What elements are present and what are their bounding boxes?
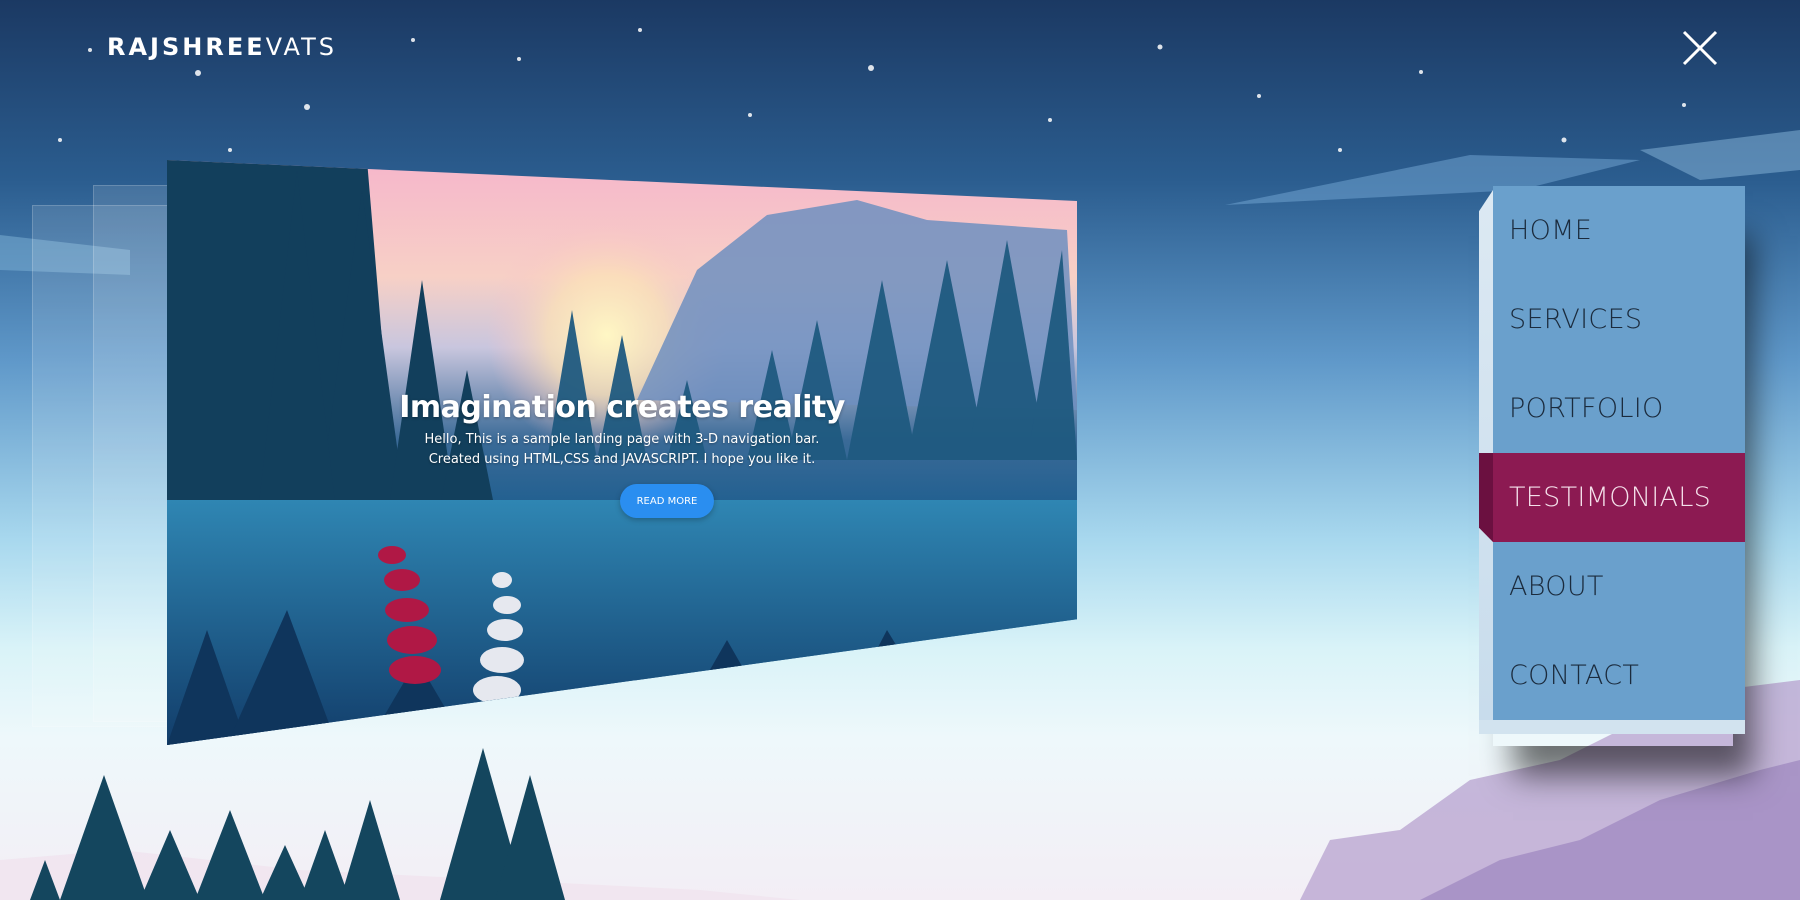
hero-card: Imagination creates reality Hello, This … (167, 160, 1077, 745)
nav-item-portfolio[interactable]: PORTFOLIO (1493, 364, 1745, 453)
hero-title: Imagination creates reality (399, 390, 845, 425)
close-icon (1682, 30, 1718, 66)
brand-logo[interactable]: RAJSHREEVATS (107, 33, 337, 61)
read-more-button[interactable]: READ MORE (620, 484, 714, 518)
nav-item-about[interactable]: ABOUT (1493, 542, 1745, 631)
nav-item-services[interactable]: SERVICES (1493, 275, 1745, 364)
nav-item-home[interactable]: HOME (1493, 186, 1745, 275)
nav-3d-menu: HOME SERVICES PORTFOLIO TESTIMONIALS ABO… (1479, 186, 1745, 734)
nav-bottom-face (1479, 720, 1745, 734)
nav-item-contact[interactable]: CONTACT (1493, 631, 1745, 720)
brand-name-bold: RAJSHREE (107, 33, 266, 61)
nav-item-testimonials[interactable]: TESTIMONIALS (1493, 453, 1745, 542)
hero-subtitle-line2: Created using HTML,CSS and JAVASCRIPT. I… (428, 452, 816, 467)
close-button[interactable] (1680, 28, 1720, 68)
brand-name-thin: VATS (265, 33, 337, 61)
hero-subtitle-line1: Hello, This is a sample landing page wit… (424, 432, 820, 447)
